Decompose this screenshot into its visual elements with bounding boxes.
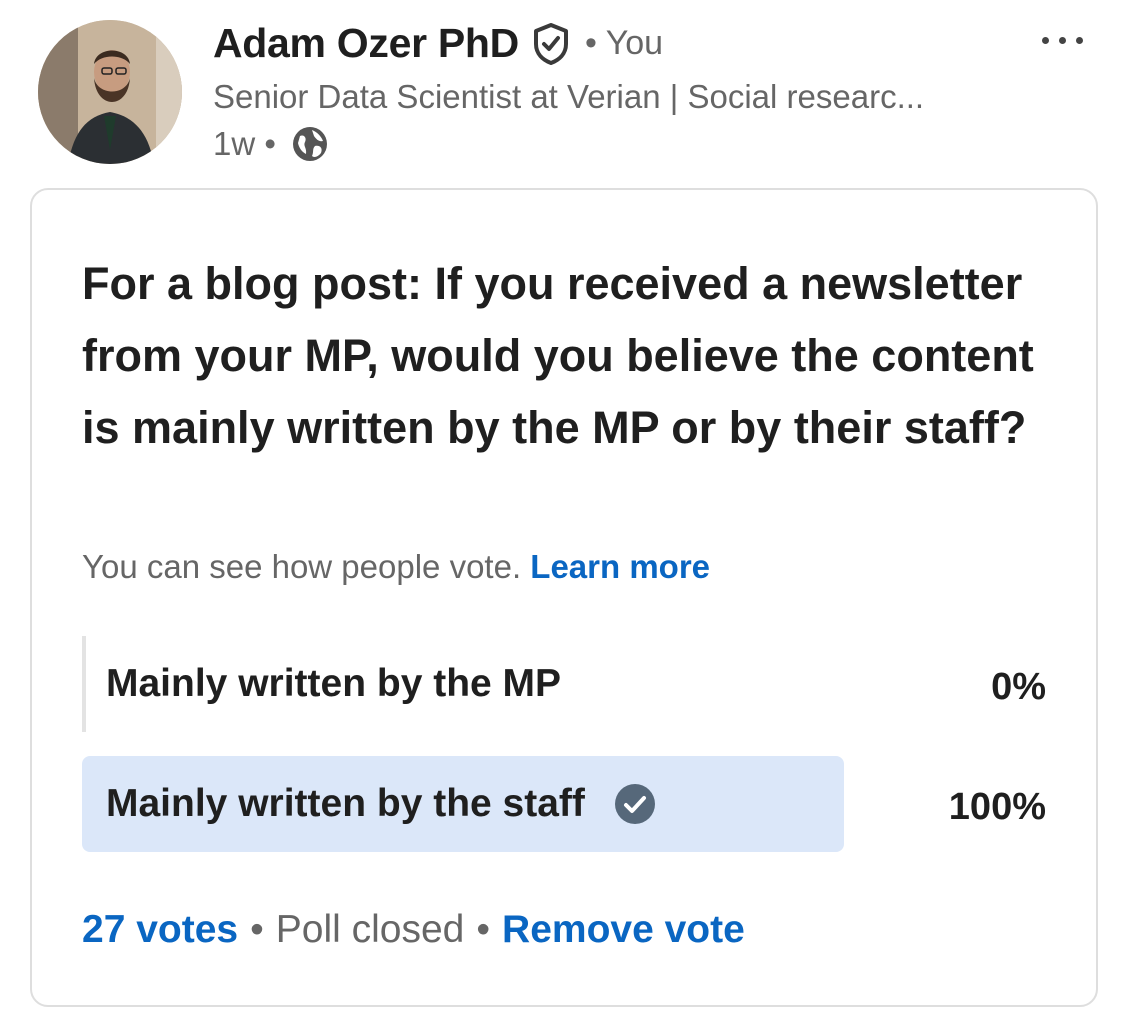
visibility-text: You can see how people vote. (82, 548, 522, 585)
separator-dot: • (476, 908, 491, 951)
poll-option-percent: 0% (991, 666, 1046, 708)
author-avatar[interactable] (38, 20, 182, 164)
globe-icon (292, 127, 327, 161)
votes-link[interactable]: 27 votes (82, 908, 238, 952)
poll-option-label: Mainly written by the MP (106, 662, 562, 705)
avatar-photo (38, 20, 182, 164)
more-options-button[interactable] (1034, 20, 1090, 60)
poll-option-label: Mainly written by the staff (106, 782, 585, 825)
poll-status: Poll closed (275, 908, 465, 951)
author-name[interactable]: Adam Ozer PhD (213, 20, 519, 67)
poll-card: For a blog post: If you received a newsl… (30, 188, 1098, 1007)
poll-option-bar (82, 636, 86, 732)
poll-option-percent: 100% (948, 786, 1046, 828)
more-dots-icon (1058, 36, 1066, 44)
you-label: • You (584, 24, 664, 62)
verified-shield-icon (533, 22, 568, 65)
more-dots-icon (1075, 36, 1083, 44)
more-dots-icon (1041, 36, 1049, 44)
check-circle-icon (614, 784, 655, 824)
poll-option-mp[interactable]: Mainly written by the MP (82, 636, 561, 732)
poll-question: For a blog post: If you received a newsl… (82, 258, 1034, 453)
poll-visibility-note: You can see how people vote. Learn more (82, 548, 710, 586)
remove-vote-button[interactable]: Remove vote (502, 908, 745, 952)
poll-footer: 27 votes • Poll closed • Remove vote (82, 908, 745, 952)
separator-dot: • (250, 908, 264, 951)
poll-option-staff[interactable]: Mainly written by the staff (82, 756, 844, 852)
post-meta: 1w • (213, 124, 330, 164)
author-name-row: Adam Ozer PhD • You (213, 20, 663, 67)
author-headline: Senior Data Scientist at Verian | Social… (213, 78, 925, 115)
poll-option-label-row: Mainly written by the staff (106, 782, 657, 826)
learn-more-link[interactable]: Learn more (530, 548, 710, 585)
post-time: 1w • (213, 125, 276, 162)
